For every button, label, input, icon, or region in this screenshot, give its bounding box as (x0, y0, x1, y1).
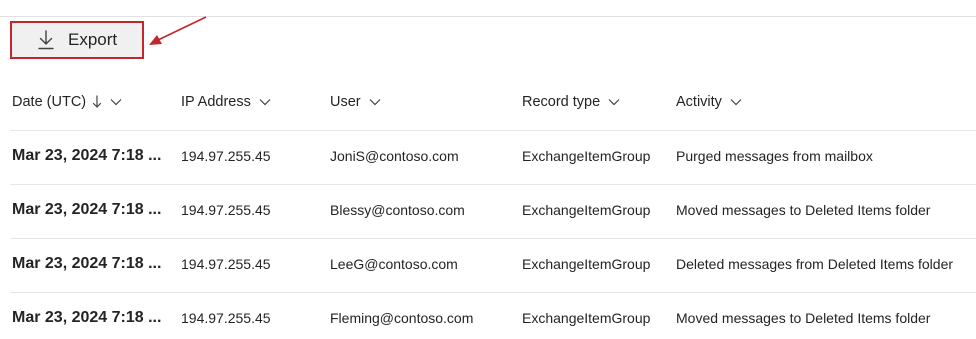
audit-log-table: Date (UTC) IP Address User Record type A… (0, 78, 976, 339)
column-header-activity[interactable]: Activity (676, 94, 742, 110)
column-label-record-type: Record type (522, 94, 601, 110)
cell-record-type: ExchangeItemGroup (522, 256, 651, 272)
export-label: Export (68, 30, 118, 49)
sort-descending-icon (92, 95, 102, 109)
callout-arrow (149, 16, 207, 45)
cell-activity: Moved messages to Deleted Items folder (676, 202, 931, 218)
divider (0, 16, 976, 17)
cell-user: JoniS@contoso.com (330, 148, 459, 164)
cell-date: Mar 23, 2024 7:18 ... (12, 255, 162, 272)
export-button[interactable]: Export (10, 21, 144, 59)
column-label-activity: Activity (676, 94, 722, 110)
cell-record-type: ExchangeItemGroup (522, 202, 651, 218)
column-header-record-type[interactable]: Record type (522, 94, 620, 110)
cell-activity: Deleted messages from Deleted Items fold… (676, 256, 954, 272)
table-row[interactable]: Mar 23, 2024 7:18 ... 194.97.255.45 Bles… (10, 185, 976, 239)
cell-activity: Moved messages to Deleted Items folder (676, 310, 931, 326)
column-header-user[interactable]: User (330, 94, 381, 110)
table-row[interactable]: Mar 23, 2024 7:18 ... 194.97.255.45 Flem… (10, 293, 976, 339)
cell-activity: Purged messages from mailbox (676, 148, 873, 164)
chevron-down-icon (259, 98, 271, 106)
audit-log-page: Export Date (UTC) IP Address User Record… (0, 0, 976, 339)
column-header-date[interactable]: Date (UTC) (12, 94, 122, 110)
cell-date: Mar 23, 2024 7:18 ... (12, 309, 162, 326)
chevron-down-icon (110, 98, 122, 106)
column-header-ip-address[interactable]: IP Address (181, 94, 271, 110)
download-icon (36, 29, 56, 51)
column-label-date: Date (UTC) (12, 94, 87, 110)
cell-user: Fleming@contoso.com (330, 310, 474, 326)
column-label-user: User (330, 94, 361, 110)
cell-date: Mar 23, 2024 7:18 ... (12, 147, 162, 164)
cell-user: LeeG@contoso.com (330, 256, 458, 272)
chevron-down-icon (730, 98, 742, 106)
cell-ip-address: 194.97.255.45 (181, 148, 271, 164)
cell-date: Mar 23, 2024 7:18 ... (12, 201, 162, 218)
cell-ip-address: 194.97.255.45 (181, 202, 271, 218)
table-row[interactable]: Mar 23, 2024 7:18 ... 194.97.255.45 LeeG… (10, 239, 976, 293)
cell-ip-address: 194.97.255.45 (181, 256, 271, 272)
table-row[interactable]: Mar 23, 2024 7:18 ... 194.97.255.45 Joni… (10, 131, 976, 185)
cell-user: Blessy@contoso.com (330, 202, 465, 218)
column-label-ip-address: IP Address (181, 94, 251, 110)
chevron-down-icon (369, 98, 381, 106)
cell-record-type: ExchangeItemGroup (522, 148, 651, 164)
table-header: Date (UTC) IP Address User Record type A… (10, 78, 976, 131)
cell-record-type: ExchangeItemGroup (522, 310, 651, 326)
cell-ip-address: 194.97.255.45 (181, 310, 271, 326)
chevron-down-icon (608, 98, 620, 106)
